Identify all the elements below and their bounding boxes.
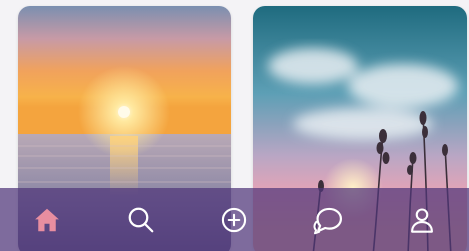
search-icon	[128, 207, 154, 232]
bottom-navigation-bar	[0, 188, 469, 251]
nav-search[interactable]	[111, 188, 171, 251]
nav-add[interactable]	[204, 188, 264, 251]
profile-icon	[411, 207, 434, 233]
nav-chat[interactable]	[298, 188, 358, 251]
add-icon	[222, 207, 247, 232]
chat-icon	[313, 207, 343, 234]
nav-profile[interactable]	[392, 188, 452, 251]
nav-home[interactable]	[17, 188, 77, 251]
home-icon	[35, 208, 59, 231]
feed-screen	[0, 0, 469, 251]
